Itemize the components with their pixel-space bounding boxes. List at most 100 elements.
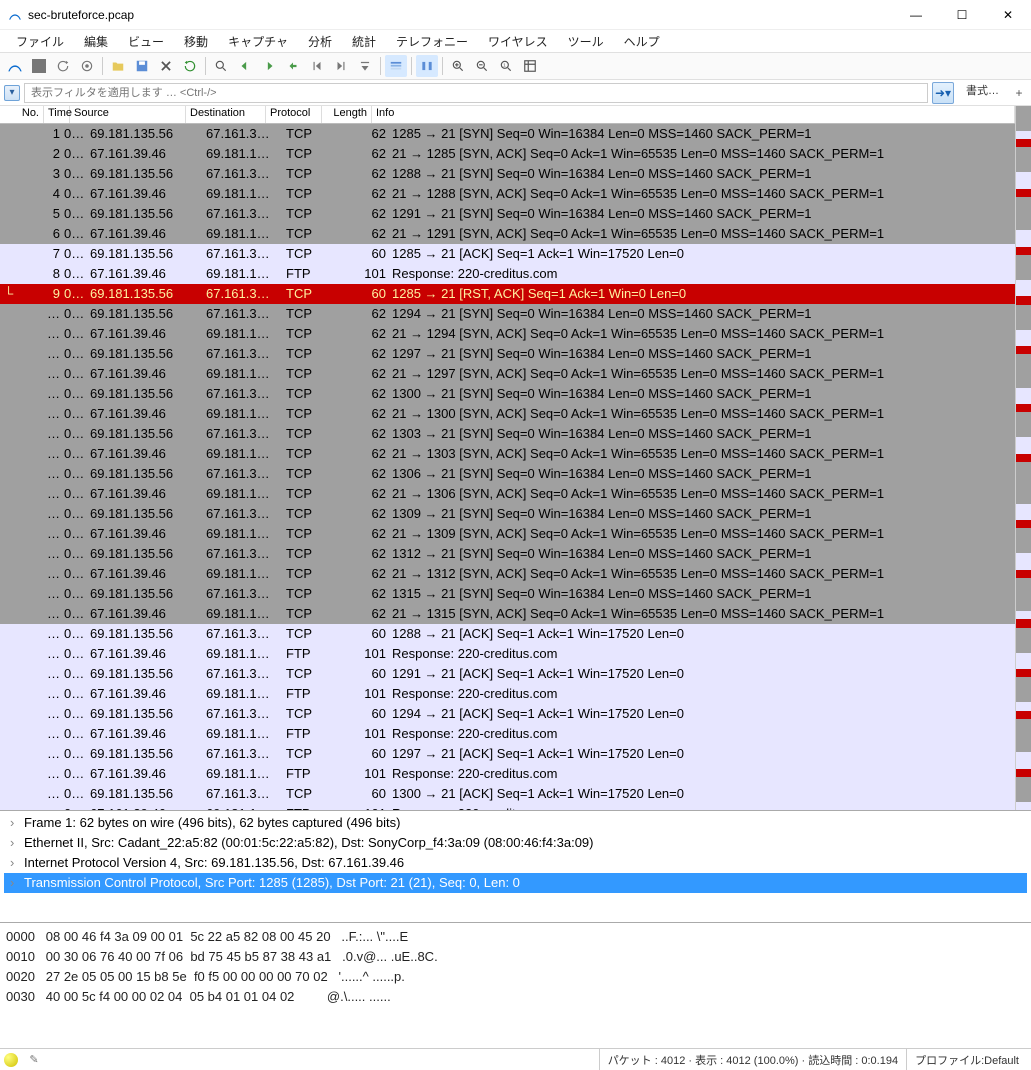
menu-キャプチャ[interactable]: キャプチャ — [218, 31, 298, 52]
packet-row[interactable]: … 0… 67.161.39.46 69.181.1… TCP 62 21 → … — [0, 564, 1015, 584]
col-header-no[interactable]: No. — [0, 106, 44, 123]
packet-row[interactable]: 8 0… 67.161.39.46 69.181.1… FTP 101 Resp… — [0, 264, 1015, 284]
packet-row[interactable]: … 0… 67.161.39.46 69.181.1… TCP 62 21 → … — [0, 604, 1015, 624]
packet-row[interactable]: … 0… 67.161.39.46 69.181.1… FTP 101 Resp… — [0, 764, 1015, 784]
packet-row[interactable]: … 0… 67.161.39.46 69.181.1… TCP 62 21 → … — [0, 364, 1015, 384]
zoom-in-icon[interactable] — [447, 55, 469, 77]
packet-row[interactable]: 6 0… 67.161.39.46 69.181.1… TCP 62 21 → … — [0, 224, 1015, 244]
col-header-info[interactable]: Info — [372, 106, 1015, 123]
col-header-destination[interactable]: Destination — [186, 106, 266, 123]
packet-row[interactable]: 5 0… 69.181.135.56 67.161.3… TCP 62 1291… — [0, 204, 1015, 224]
menu-編集[interactable]: 編集 — [74, 31, 118, 52]
menu-ワイヤレス[interactable]: ワイヤレス — [478, 31, 558, 52]
expand-icon[interactable]: › — [10, 873, 24, 893]
packet-row[interactable]: … 0… 69.181.135.56 67.161.3… TCP 60 1297… — [0, 744, 1015, 764]
reload-icon[interactable] — [179, 55, 201, 77]
hex-row[interactable]: 0010 00 30 06 76 40 00 7f 06 bd 75 45 b5… — [6, 947, 1025, 967]
packet-row[interactable]: … 0… 69.181.135.56 67.161.3… TCP 62 1294… — [0, 304, 1015, 324]
detail-row[interactable]: ›Frame 1: 62 bytes on wire (496 bits), 6… — [4, 813, 1027, 833]
packet-row[interactable]: … 0… 67.161.39.46 69.181.1… FTP 101 Resp… — [0, 724, 1015, 744]
colorize-icon[interactable] — [385, 55, 407, 77]
packet-row[interactable]: 3 0… 69.181.135.56 67.161.3… TCP 62 1288… — [0, 164, 1015, 184]
bookmark-icon[interactable]: ▾ — [4, 85, 20, 101]
filter-style-button[interactable]: 書式… — [958, 82, 1007, 104]
packet-row[interactable]: 4 0… 67.161.39.46 69.181.1… TCP 62 21 → … — [0, 184, 1015, 204]
expand-icon[interactable]: › — [10, 833, 24, 853]
go-forward-icon[interactable] — [258, 55, 280, 77]
packet-details-pane[interactable]: ›Frame 1: 62 bytes on wire (496 bits), 6… — [0, 810, 1031, 922]
detail-row[interactable]: ›Ethernet II, Src: Cadant_22:a5:82 (00:0… — [4, 833, 1027, 853]
minimize-button[interactable]: — — [893, 0, 939, 30]
col-header-source[interactable]: Source — [70, 106, 186, 123]
menu-テレフォニー[interactable]: テレフォニー — [386, 31, 478, 52]
hex-row[interactable]: 0000 08 00 46 f4 3a 09 00 01 5c 22 a5 82… — [6, 927, 1025, 947]
menu-ファイル[interactable]: ファイル — [6, 31, 74, 52]
go-last-icon[interactable] — [330, 55, 352, 77]
zoom-out-icon[interactable] — [471, 55, 493, 77]
menu-ビュー[interactable]: ビュー — [118, 31, 174, 52]
packet-row[interactable]: … 0… 69.181.135.56 67.161.3… TCP 62 1303… — [0, 424, 1015, 444]
col-header-protocol[interactable]: Protocol — [266, 106, 322, 123]
detail-row[interactable]: ›Internet Protocol Version 4, Src: 69.18… — [4, 853, 1027, 873]
packet-row[interactable]: … 0… 69.181.135.56 67.161.3… TCP 60 1300… — [0, 784, 1015, 804]
packet-row[interactable]: … 0… 67.161.39.46 69.181.1… TCP 62 21 → … — [0, 444, 1015, 464]
auto-scroll-icon[interactable] — [354, 55, 376, 77]
close-file-icon[interactable] — [155, 55, 177, 77]
menu-ヘルプ[interactable]: ヘルプ — [614, 31, 670, 52]
packet-row[interactable]: 2 0… 67.161.39.46 69.181.1… TCP 62 21 → … — [0, 144, 1015, 164]
menu-分析[interactable]: 分析 — [298, 31, 342, 52]
packet-row[interactable]: … 0… 69.181.135.56 67.161.3… TCP 60 1288… — [0, 624, 1015, 644]
hex-row[interactable]: 0030 40 00 5c f4 00 00 02 04 05 b4 01 01… — [6, 987, 1025, 1007]
zoom-reset-icon[interactable]: 1 — [495, 55, 517, 77]
capture-options-icon[interactable] — [76, 55, 98, 77]
status-profile[interactable]: プロファイル:Default — [906, 1049, 1027, 1070]
go-first-icon[interactable] — [306, 55, 328, 77]
go-back-icon[interactable] — [234, 55, 256, 77]
apply-filter-button[interactable]: ➜ ▾ — [932, 82, 954, 104]
capture-stop-icon[interactable] — [28, 55, 50, 77]
packet-row[interactable]: … 0… 67.161.39.46 69.181.1… FTP 101 Resp… — [0, 804, 1015, 810]
menu-移動[interactable]: 移動 — [174, 31, 218, 52]
hex-row[interactable]: 0020 27 2e 05 05 00 15 b8 5e f0 f5 00 00… — [6, 967, 1025, 987]
packet-row[interactable]: … 0… 69.181.135.56 67.161.3… TCP 62 1306… — [0, 464, 1015, 484]
packet-row[interactable]: … 0… 69.181.135.56 67.161.3… TCP 60 1294… — [0, 704, 1015, 724]
packet-row[interactable]: … 0… 67.161.39.46 69.181.1… TCP 62 21 → … — [0, 404, 1015, 424]
display-filter-input[interactable] — [24, 83, 928, 103]
capture-restart-icon[interactable] — [52, 55, 74, 77]
packet-minimap[interactable] — [1015, 106, 1031, 810]
resize-all-icon[interactable] — [519, 55, 541, 77]
expand-icon[interactable]: › — [10, 813, 24, 833]
packet-row[interactable]: 1 0… 69.181.135.56 67.161.3… TCP 62 1285… — [0, 124, 1015, 144]
edit-capture-comment-icon[interactable]: ✎ — [26, 1053, 42, 1066]
col-header-time[interactable]: Time — [44, 106, 70, 123]
maximize-button[interactable]: ☐ — [939, 0, 985, 30]
capture-start-icon[interactable] — [4, 55, 26, 77]
packet-row[interactable]: … 0… 69.181.135.56 67.161.3… TCP 62 1309… — [0, 504, 1015, 524]
packet-row[interactable]: … 0… 67.161.39.46 69.181.1… TCP 62 21 → … — [0, 324, 1015, 344]
packet-list-body[interactable]: 1 0… 69.181.135.56 67.161.3… TCP 62 1285… — [0, 124, 1015, 810]
packet-row[interactable]: … 0… 69.181.135.56 67.161.3… TCP 62 1312… — [0, 544, 1015, 564]
packet-row[interactable]: … 0… 67.161.39.46 69.181.1… TCP 62 21 → … — [0, 524, 1015, 544]
packet-row[interactable]: … 0… 69.181.135.56 67.161.3… TCP 62 1300… — [0, 384, 1015, 404]
save-file-icon[interactable] — [131, 55, 153, 77]
packet-bytes-pane[interactable]: 0000 08 00 46 f4 3a 09 00 01 5c 22 a5 82… — [0, 922, 1031, 1048]
packet-row[interactable]: … 0… 69.181.135.56 67.161.3… TCP 62 1297… — [0, 344, 1015, 364]
menu-ツール[interactable]: ツール — [558, 31, 614, 52]
packet-row[interactable]: 7 0… 69.181.135.56 67.161.3… TCP 60 1285… — [0, 244, 1015, 264]
packet-row[interactable]: … 0… 67.161.39.46 69.181.1… FTP 101 Resp… — [0, 684, 1015, 704]
menu-統計[interactable]: 統計 — [342, 31, 386, 52]
expand-icon[interactable]: › — [10, 853, 24, 873]
open-file-icon[interactable] — [107, 55, 129, 77]
expert-info-icon[interactable] — [4, 1053, 18, 1067]
packet-row[interactable]: └9 0… 69.181.135.56 67.161.3… TCP 60 128… — [0, 284, 1015, 304]
go-to-packet-icon[interactable] — [282, 55, 304, 77]
packet-row[interactable]: … 0… 69.181.135.56 67.161.3… TCP 60 1291… — [0, 664, 1015, 684]
resize-columns-icon[interactable] — [416, 55, 438, 77]
packet-row[interactable]: … 0… 67.161.39.46 69.181.1… FTP 101 Resp… — [0, 644, 1015, 664]
close-button[interactable]: ✕ — [985, 0, 1031, 30]
packet-list-header[interactable]: No. Time Source Destination Protocol Len… — [0, 106, 1015, 124]
add-filter-button[interactable]: + — [1011, 86, 1027, 100]
find-icon[interactable] — [210, 55, 232, 77]
detail-row[interactable]: ›Transmission Control Protocol, Src Port… — [4, 873, 1027, 893]
packet-row[interactable]: … 0… 69.181.135.56 67.161.3… TCP 62 1315… — [0, 584, 1015, 604]
